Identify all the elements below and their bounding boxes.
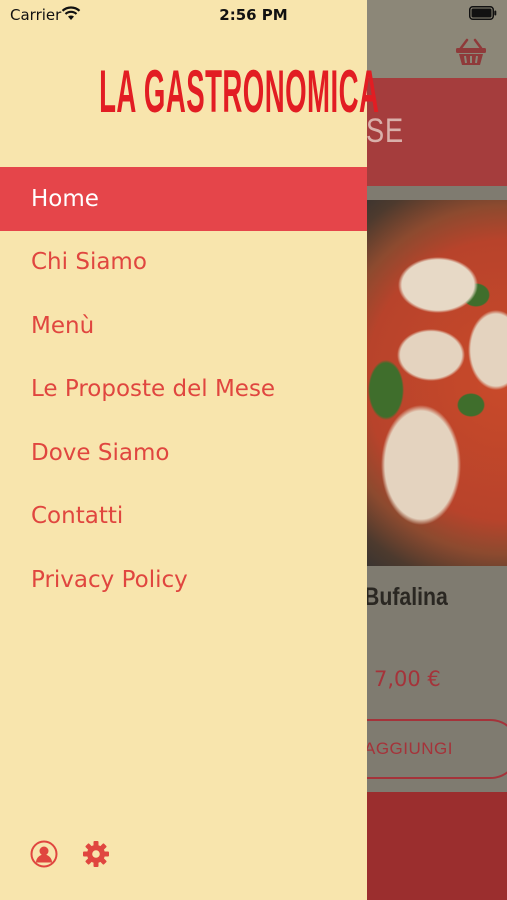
nav-item-privacy-policy[interactable]: Privacy Policy: [0, 548, 367, 612]
product-price: 7,00 €: [374, 667, 441, 691]
user-icon[interactable]: [30, 840, 58, 868]
nav-item-chi-siamo[interactable]: Chi Siamo: [0, 231, 367, 295]
product-image: [366, 200, 507, 566]
nav-list: Home Chi Siamo Menù Le Proposte del Mese Dov…: [0, 167, 367, 612]
battery-icon: [469, 6, 497, 20]
navigation-drawer: LA GASTRONOMICA Home Chi Siamo Menù Le Prop…: [0, 0, 380, 900]
nav-item-le-proposte-del-mese[interactable]: Le Proposte del Mese: [0, 358, 367, 422]
product-name: Bufalina: [364, 583, 448, 611]
basket-icon[interactable]: [455, 38, 487, 66]
clock: 2:56 PM: [219, 6, 288, 24]
nav-item-dove-siamo[interactable]: Dove Siamo: [0, 421, 367, 485]
nav-item-men[interactable]: Menù: [0, 294, 367, 358]
add-to-cart-label: AGGIUNGI: [364, 739, 454, 758]
brand-logo: LA GASTRONOMICA: [99, 58, 380, 125]
nav-item-home[interactable]: Home: [0, 167, 367, 231]
nav-item-contatti[interactable]: Contatti: [0, 485, 367, 549]
gear-icon[interactable]: [82, 840, 110, 868]
status-bar: Carrier 2:56 PM: [0, 0, 507, 30]
drawer-footer: [30, 840, 110, 868]
